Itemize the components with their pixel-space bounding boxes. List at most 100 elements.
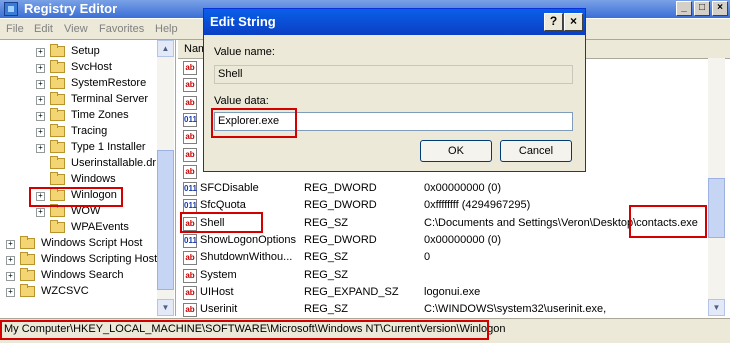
value-row[interactable]: 011 SFCDisable REG_DWORD 0x00000000 (0)	[178, 180, 708, 197]
tree-item-label: SystemRestore	[71, 77, 147, 89]
tree-item-label: Time Zones	[71, 109, 129, 121]
expand-icon[interactable]: +	[36, 64, 45, 73]
folder-icon	[50, 172, 65, 185]
value-name: Shell	[200, 216, 225, 229]
minimize-button[interactable]: _	[676, 1, 692, 16]
string-value-icon: ab	[183, 147, 197, 162]
window-title: Registry Editor	[24, 1, 118, 16]
dword-value-icon: 011	[183, 234, 197, 248]
tree-item-label: Setup	[71, 45, 100, 57]
ok-button[interactable]: OK	[420, 140, 492, 162]
expand-icon[interactable]: +	[36, 192, 45, 201]
string-value-icon: ab	[183, 216, 197, 231]
folder-icon	[20, 236, 35, 249]
scroll-down-icon[interactable]: ▼	[708, 299, 725, 316]
tree-item-label: Type 1 Installer	[71, 141, 146, 153]
help-button[interactable]: ?	[544, 13, 563, 31]
edit-string-dialog: Edit String ? × Value name: Shell Value …	[203, 8, 586, 172]
list-scrollbar[interactable]: ▼	[708, 58, 725, 316]
regedit-icon	[4, 2, 18, 16]
expand-icon[interactable]: +	[36, 128, 45, 137]
menu-favorites[interactable]: Favorites	[99, 23, 144, 35]
expand-icon[interactable]: +	[36, 144, 45, 153]
cancel-button[interactable]: Cancel	[500, 140, 572, 162]
dword-value-icon: 011	[183, 199, 197, 214]
close-button[interactable]: ×	[712, 1, 728, 16]
value-row[interactable]: ab ShutdownWithou... REG_SZ 0	[178, 249, 708, 266]
folder-icon	[50, 140, 65, 153]
expand-icon[interactable]: +	[36, 96, 45, 105]
dword-value-icon: 011	[183, 112, 197, 127]
tree-item-label: WZCSVC	[41, 285, 89, 297]
expand-icon[interactable]: +	[36, 112, 45, 121]
value-name: ShowLogonOptions	[200, 234, 297, 246]
string-value-icon: ab	[183, 95, 197, 110]
string-value-icon: ab	[183, 251, 197, 266]
value-type: REG_DWORD	[304, 182, 377, 195]
registry-path: My Computer\HKEY_LOCAL_MACHINE\SOFTWARE\…	[4, 323, 506, 335]
value-type: REG_DWORD	[304, 234, 377, 246]
folder-icon	[50, 204, 65, 217]
menu-edit[interactable]: Edit	[34, 23, 53, 35]
value-row[interactable]: ab UIHost REG_EXPAND_SZ logonui.exe	[178, 284, 708, 301]
value-row[interactable]: ab Shell REG_SZ C:\Documents and Settings\V…	[178, 215, 708, 232]
folder-icon	[50, 92, 65, 105]
string-value-icon: ab	[183, 61, 197, 75]
scroll-down-icon[interactable]: ▼	[157, 299, 174, 316]
expand-icon[interactable]: +	[6, 288, 15, 297]
value-row[interactable]: 011 ShowLogonOptions REG_DWORD 0x00000000 (…	[178, 232, 708, 249]
menu-file[interactable]: File	[6, 23, 24, 35]
tree-item-label: Tracing	[71, 125, 108, 137]
value-name: Userinit	[200, 303, 238, 316]
expand-icon[interactable]: +	[6, 240, 15, 249]
folder-icon	[50, 76, 65, 89]
dword-value-icon: 011	[183, 182, 197, 197]
tree-item-label: SvcHost	[71, 61, 112, 73]
value-row[interactable]: ab Userinit REG_SZ C:\WINDOWS\system32\user…	[178, 301, 708, 318]
value-data: C:\WINDOWS\system32\userinit.exe,	[424, 303, 607, 316]
folder-icon	[50, 188, 65, 201]
value-data: C:\Documents and Settings\Veron\Desktop\…	[424, 216, 698, 229]
value-row[interactable]: ab System REG_SZ	[178, 267, 708, 284]
string-value-icon: ab	[183, 285, 197, 300]
folder-icon	[50, 156, 65, 169]
expand-icon[interactable]: +	[36, 208, 45, 217]
status-bar: My Computer\HKEY_LOCAL_MACHINE\SOFTWARE\…	[0, 318, 730, 343]
value-name: ShutdownWithou...	[200, 251, 293, 264]
value-data-input[interactable]: Explorer.exe	[214, 112, 573, 131]
value-type: REG_EXPAND_SZ	[304, 285, 399, 298]
maximize-button[interactable]: □	[694, 1, 710, 16]
value-type: REG_SZ	[304, 216, 349, 229]
string-value-icon: ab	[183, 164, 197, 179]
tree-scrollbar[interactable]: ▲ ▼	[157, 40, 174, 316]
dialog-close-button[interactable]: ×	[564, 13, 583, 31]
value-name-field: Shell	[214, 65, 573, 84]
value-row[interactable]: 011 SfcQuota REG_DWORD 0xffffffff (42949672…	[178, 197, 708, 214]
expand-icon[interactable]: +	[36, 80, 45, 89]
tree-item-label: Windows Scripting Host	[41, 253, 158, 265]
folder-icon	[50, 44, 65, 57]
scroll-up-icon[interactable]: ▲	[157, 40, 174, 57]
tree-item-label: Windows	[71, 173, 116, 185]
value-name: System	[200, 268, 237, 281]
value-name: SfcQuota	[200, 199, 246, 212]
menu-help[interactable]: Help	[155, 23, 178, 35]
expand-icon[interactable]: +	[6, 256, 15, 265]
folder-icon	[20, 268, 35, 281]
list-scroll-thumb[interactable]	[708, 178, 725, 238]
dialog-title-bar: Edit String ? ×	[204, 9, 585, 35]
value-name: SFCDisable	[200, 182, 259, 195]
tree-item-label: Userinstallable.dr	[71, 157, 156, 169]
folder-icon	[20, 252, 35, 265]
expand-icon[interactable]: +	[6, 272, 15, 281]
value-data: 0x00000000 (0)	[424, 182, 502, 195]
value-data: 0x00000000 (0)	[424, 234, 502, 246]
value-name-label: Value name:	[214, 46, 275, 58]
string-value-icon: ab	[183, 268, 197, 283]
value-type: REG_SZ	[304, 268, 349, 281]
folder-icon	[50, 220, 65, 233]
menu-view[interactable]: View	[64, 23, 88, 35]
expand-icon[interactable]: +	[36, 48, 45, 57]
tree-scroll-thumb[interactable]	[157, 150, 174, 290]
value-type: REG_DWORD	[304, 199, 377, 212]
